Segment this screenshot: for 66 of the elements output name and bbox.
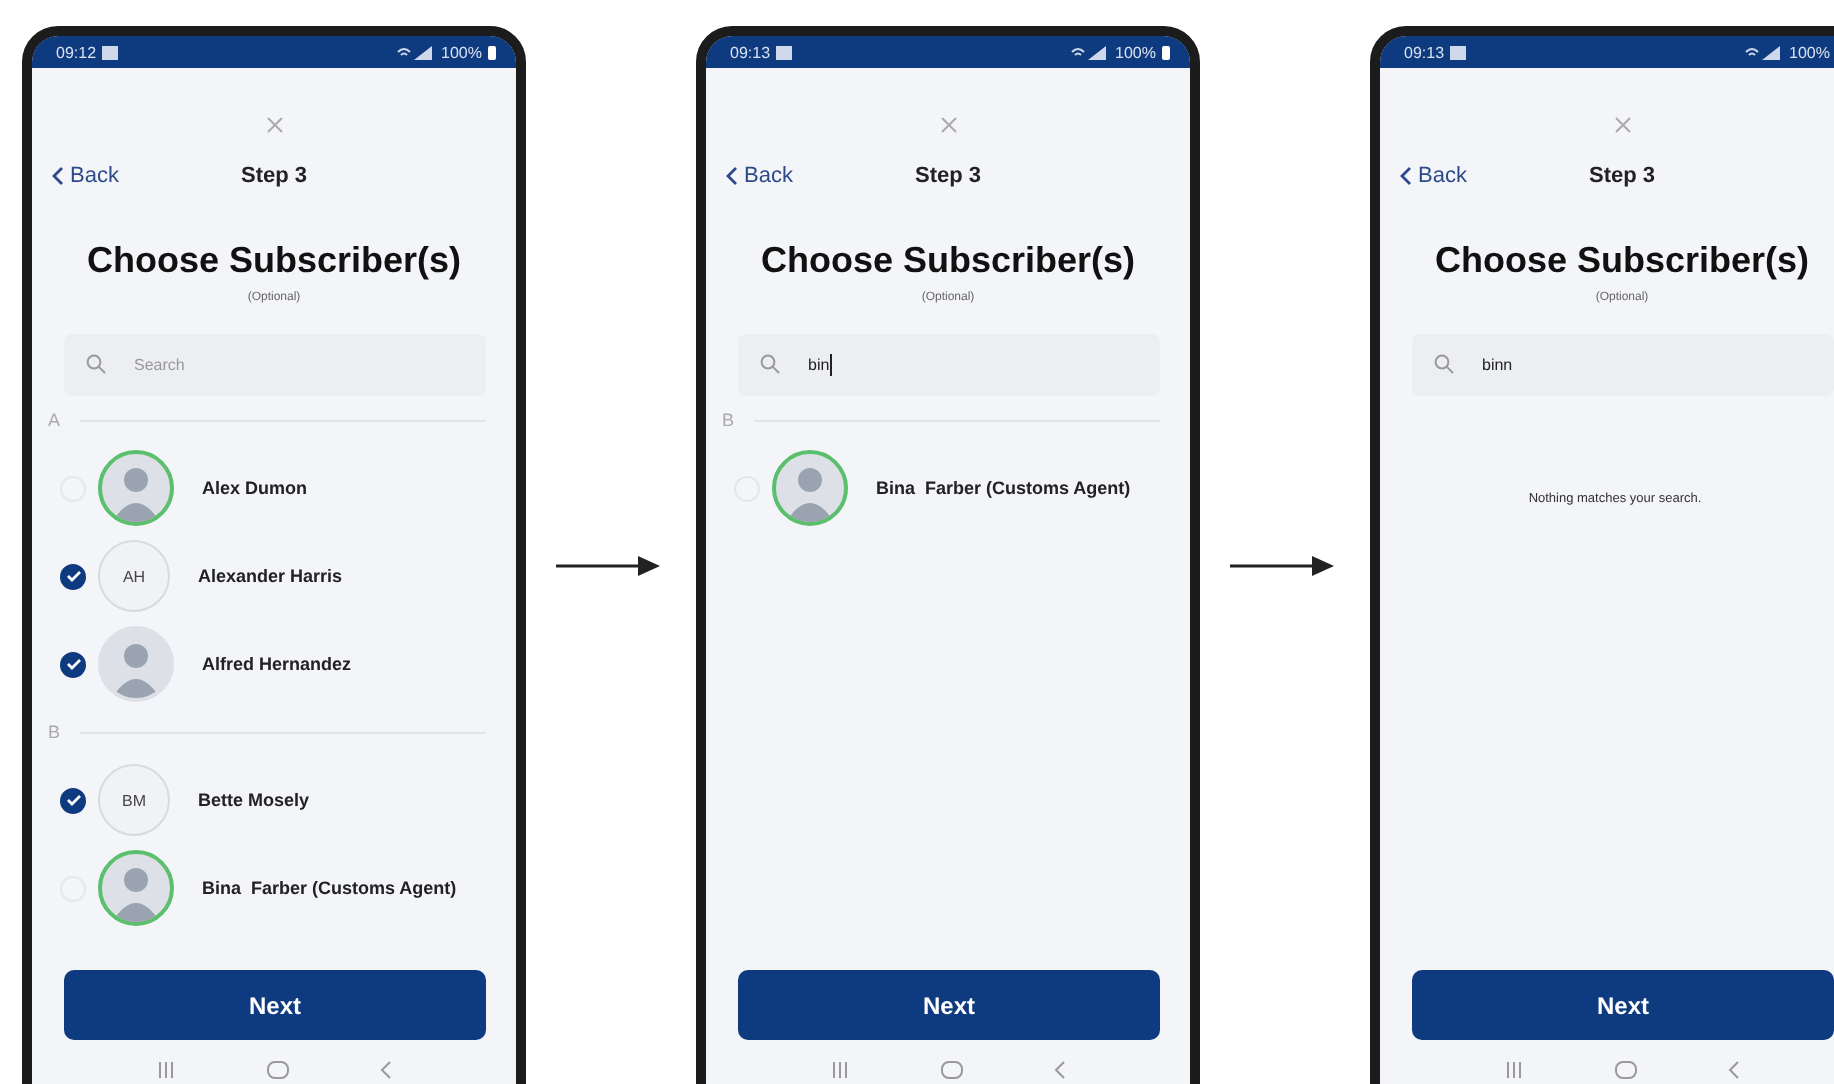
page-title: Choose Subscriber(s): [758, 240, 1138, 282]
next-button[interactable]: Next: [738, 970, 1160, 1040]
page-title: Choose Subscriber(s): [1432, 240, 1812, 282]
battery-icon: [1162, 45, 1170, 59]
signal-icon: [1069, 44, 1110, 60]
section-letter: B: [48, 722, 61, 742]
recent-apps-icon: [156, 1060, 177, 1080]
search-icon: [86, 354, 106, 374]
back-icon: [1727, 1060, 1740, 1080]
step-label: Step 3: [1586, 164, 1657, 188]
search-field[interactable]: bin: [738, 334, 1160, 396]
avatar-initials: AH: [98, 540, 170, 612]
contact-row[interactable]: BM Bette Mosely: [48, 756, 486, 844]
recent-apps-icon: [1504, 1060, 1525, 1080]
back-icon: [1053, 1060, 1066, 1080]
contact-row[interactable]: Alfred Hernandez: [48, 620, 486, 708]
home-icon: [265, 1060, 290, 1080]
close-icon: [1613, 116, 1631, 134]
status-time: 09:13: [1404, 43, 1445, 61]
checkbox[interactable]: [60, 563, 86, 589]
image-notification-icon: [1450, 45, 1467, 59]
back-link[interactable]: Back: [52, 164, 119, 188]
next-button[interactable]: Next: [64, 970, 486, 1040]
contact-row[interactable]: Bina Farber (Customs Agent): [722, 444, 1160, 532]
home-icon: [939, 1060, 964, 1080]
close-icon: [939, 116, 957, 134]
back-link[interactable]: Back: [726, 164, 793, 188]
contact-row[interactable]: Alex Dumon: [48, 444, 486, 532]
contact-row[interactable]: AH Alexander Harris: [48, 532, 486, 620]
chevron-left-icon: [1400, 166, 1412, 186]
image-notification-icon: [776, 45, 793, 59]
signal-icon: [395, 44, 436, 60]
step-label: Step 3: [238, 164, 309, 188]
page-title: Choose Subscriber(s): [84, 240, 464, 282]
battery-level: 100%: [1115, 43, 1156, 61]
battery-level: 100%: [1789, 43, 1830, 61]
search-field[interactable]: Search: [64, 334, 486, 396]
battery-icon: [488, 45, 496, 59]
right-arrow-icon: [554, 554, 662, 578]
status-time: 09:12: [56, 43, 97, 61]
checkbox[interactable]: [60, 651, 86, 677]
signal-icon: [1743, 44, 1784, 60]
avatar-initials: BM: [98, 764, 170, 836]
back-icon: [379, 1060, 392, 1080]
home-icon: [1613, 1060, 1638, 1080]
chevron-left-icon: [52, 166, 64, 186]
contact-row[interactable]: Bina Farber (Customs Agent): [48, 844, 486, 932]
back-link[interactable]: Back: [1400, 164, 1467, 188]
chevron-left-icon: [726, 166, 738, 186]
checkmark-icon: [65, 658, 81, 670]
checkmark-icon: [65, 570, 81, 582]
image-notification-icon: [102, 45, 119, 59]
recent-apps-icon: [830, 1060, 851, 1080]
search-icon: [1434, 354, 1454, 374]
checkmark-icon: [65, 794, 81, 806]
section-letter: B: [722, 410, 735, 430]
search-field[interactable]: binn: [1412, 334, 1834, 396]
section-letter: A: [48, 410, 61, 430]
search-icon: [760, 354, 780, 374]
next-button[interactable]: Next: [1412, 970, 1834, 1040]
right-arrow-icon: [1228, 554, 1336, 578]
close-icon: [265, 116, 283, 134]
step-label: Step 3: [912, 164, 983, 188]
checkbox[interactable]: [60, 787, 86, 813]
battery-level: 100%: [441, 43, 482, 61]
status-time: 09:13: [730, 43, 771, 61]
